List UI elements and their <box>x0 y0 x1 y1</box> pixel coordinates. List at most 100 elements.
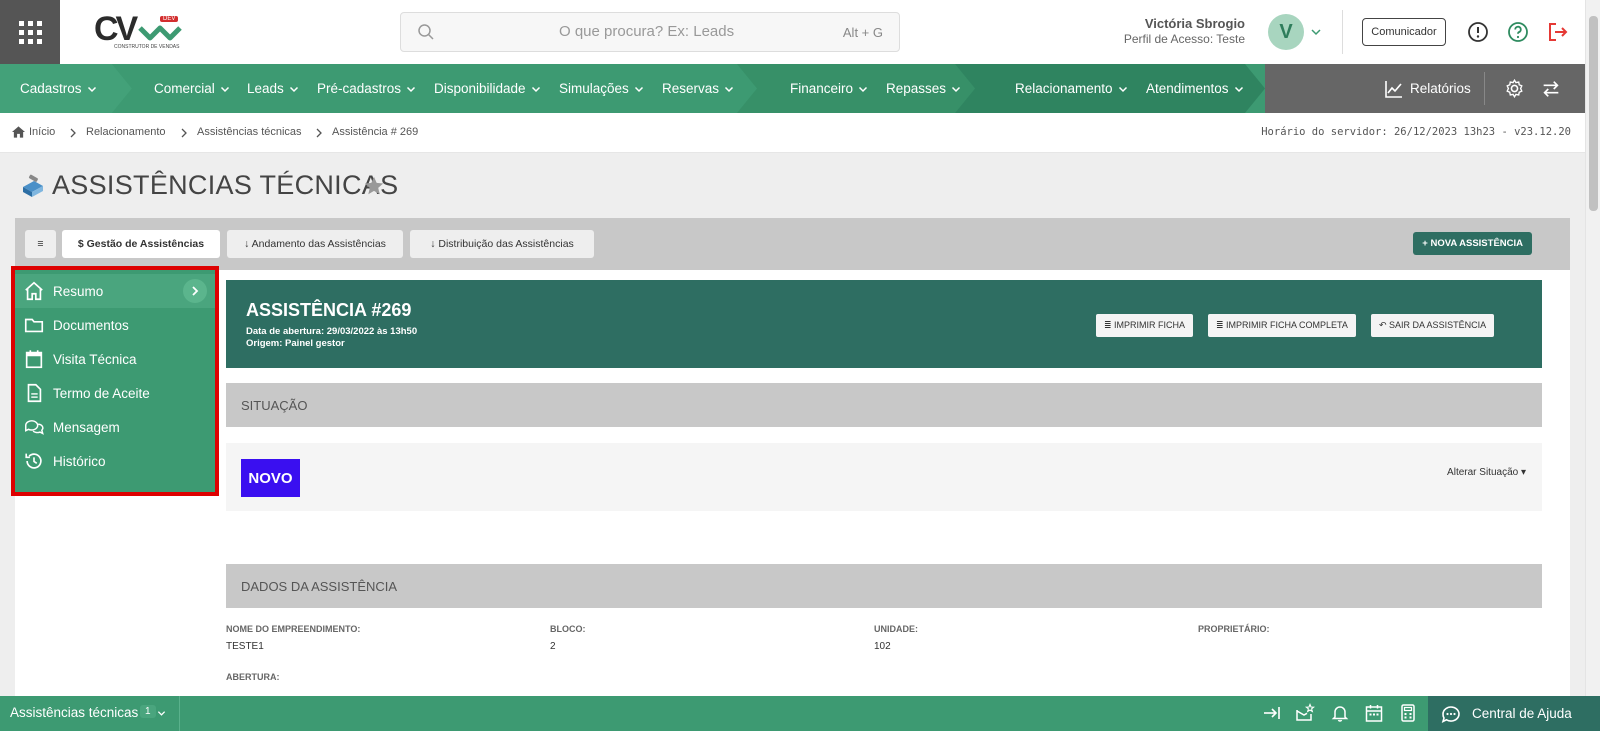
user-info[interactable]: Victória Sbrogio Perfil de Acesso: Teste <box>1124 16 1245 46</box>
exit-assistance-button[interactable]: ↶ SAIR DA ASSISTÊNCIA <box>1371 314 1495 337</box>
home-icon <box>12 126 25 138</box>
help-center-label: Central de Ajuda <box>1472 706 1572 721</box>
toolbox-icon <box>23 174 43 197</box>
chevron-down-icon <box>1118 86 1127 92</box>
chevron-down-icon <box>725 86 734 92</box>
logout-icon[interactable] <box>1546 20 1570 44</box>
assistance-side-menu: Resumo Documentos Visita Técnica Termo d… <box>11 266 219 496</box>
field-value: 2 <box>550 641 556 652</box>
divider <box>179 696 180 731</box>
tab-distribuicao-assistencias[interactable]: ↓ Distribuição das Assistências <box>410 230 594 258</box>
breadcrumb: Início Relacionamento Assistências técni… <box>0 113 1585 153</box>
nav-leads[interactable]: Leads <box>247 64 299 113</box>
nav-relacionamento[interactable]: Relacionamento <box>1015 64 1128 113</box>
nav-repasses[interactable]: Repasses <box>886 64 961 113</box>
side-item-label: Mensagem <box>53 419 120 435</box>
side-item-label: Termo de Aceite <box>53 385 150 401</box>
calendar-icon[interactable] <box>1364 703 1384 723</box>
nav-comercial[interactable]: Comercial <box>154 64 230 113</box>
chevron-down-icon <box>634 86 643 92</box>
side-item-termo-aceite[interactable]: Termo de Aceite <box>15 376 215 410</box>
assistance-opened-date: Data de abertura: 29/03/2022 às 13h50 <box>246 326 418 337</box>
details-header: DADOS DA ASSISTÊNCIA <box>226 564 1542 608</box>
situation-panel: NOVO Alterar Situação ▾ <box>226 443 1542 511</box>
field-label: BLOCO: <box>550 624 586 634</box>
mail-star-icon[interactable] <box>1295 703 1315 723</box>
main-nav: Cadastros Comercial Leads Pré-cadastros … <box>0 64 1585 113</box>
comunicador-button[interactable]: Comunicador <box>1362 18 1446 46</box>
breadcrumb-current: Assistência # 269 <box>332 126 419 138</box>
calculator-icon[interactable] <box>1398 703 1418 723</box>
user-profile: Perfil de Acesso: Teste <box>1123 32 1245 46</box>
open-window-count: 1 <box>140 705 156 718</box>
gear-icon[interactable] <box>1504 78 1525 99</box>
chevron-down-icon <box>220 86 229 92</box>
open-window-title[interactable]: Assistências técnicas <box>10 705 138 720</box>
tab-andamento-assistencias[interactable]: ↓ Andamento das Assistências <box>227 230 403 258</box>
chevron-down-icon <box>407 86 416 92</box>
collapse-right-icon[interactable] <box>1262 703 1282 723</box>
chevron-down-icon <box>859 86 868 92</box>
field-label: ABERTURA: <box>226 672 280 682</box>
side-item-label: Resumo <box>53 283 104 299</box>
avatar[interactable]: V <box>1268 14 1304 50</box>
chevron-down-icon <box>531 86 540 92</box>
assistance-title: ASSISTÊNCIA #269 <box>246 300 412 320</box>
tab-gestao-assistencias[interactable]: $ Gestão de Assistências <box>62 230 220 258</box>
side-item-mensagem[interactable]: Mensagem <box>15 410 215 444</box>
tab-strip: ≡ $ Gestão de Assistências ↓ Andamento d… <box>15 218 1570 270</box>
print-sheet-button[interactable]: ≣ IMPRIMIR FICHA <box>1096 314 1194 337</box>
print-full-sheet-button[interactable]: ≣ IMPRIMIR FICHA COMPLETA <box>1208 314 1356 337</box>
document-icon <box>27 383 42 403</box>
nav-reservas[interactable]: Reservas <box>662 64 734 113</box>
swap-icon[interactable] <box>1540 78 1562 100</box>
nav-cadastros[interactable]: Cadastros <box>20 64 97 113</box>
search-icon <box>418 24 434 40</box>
assistance-origin: Origem: Painel gestor <box>246 338 345 349</box>
nav-simulacoes[interactable]: Simulações <box>559 64 644 113</box>
star-icon[interactable] <box>363 175 385 197</box>
search-shortcut: Alt + G <box>842 25 883 40</box>
nav-disponibilidade[interactable]: Disponibilidade <box>434 64 541 113</box>
breadcrumb-assistencias[interactable]: Assistências técnicas <box>197 126 302 138</box>
breadcrumb-relacionamento[interactable]: Relacionamento <box>86 126 166 138</box>
calendar-icon <box>25 350 43 369</box>
side-item-resumo[interactable]: Resumo <box>15 274 215 308</box>
help-icon[interactable] <box>1506 20 1530 44</box>
field-label: UNIDADE: <box>874 624 918 634</box>
help-center-button[interactable]: Central de Ajuda <box>1428 696 1600 731</box>
side-item-label: Visita Técnica <box>53 351 137 367</box>
user-name: Victória Sbrogio <box>1144 16 1245 31</box>
field-label: NOME DO EMPREENDIMENTO: <box>226 624 361 634</box>
change-status-dropdown[interactable]: Alterar Situação ▾ <box>1447 467 1526 478</box>
nav-relatorios[interactable]: Relatórios <box>1384 64 1471 113</box>
nav-pre-cadastros[interactable]: Pré-cadastros <box>317 64 416 113</box>
field-value: 102 <box>874 641 891 652</box>
chevron-right-icon <box>316 128 322 138</box>
menu-toggle-button[interactable]: ≡ <box>25 230 56 258</box>
field-label: PROPRIETÁRIO: <box>1198 624 1270 634</box>
chevron-down-icon[interactable] <box>157 709 166 718</box>
page-scrollbar[interactable] <box>1585 0 1600 696</box>
divider <box>1342 10 1343 54</box>
nav-financeiro[interactable]: Financeiro <box>790 64 868 113</box>
side-item-historico[interactable]: Histórico <box>15 444 215 478</box>
new-assistance-button[interactable]: + NOVA ASSISTÊNCIA <box>1413 232 1532 255</box>
global-search[interactable]: O que procura? Ex: Leads Alt + G <box>400 12 900 52</box>
logo[interactable]: CV DEV CONSTRUTOR DE VENDAS <box>94 10 186 54</box>
status-badge: NOVO <box>241 459 300 497</box>
side-item-documentos[interactable]: Documentos <box>15 308 215 342</box>
info-icon[interactable] <box>1466 20 1490 44</box>
chevron-right-icon[interactable] <box>183 279 207 303</box>
assistance-header: ASSISTÊNCIA #269 Data de abertura: 29/03… <box>226 280 1542 368</box>
bell-icon[interactable] <box>1330 703 1350 723</box>
grid-icon <box>18 20 42 44</box>
nav-atendimentos[interactable]: Atendimentos <box>1146 64 1244 113</box>
scrollbar-thumb[interactable] <box>1589 16 1598 211</box>
chevron-down-icon[interactable] <box>1310 26 1322 38</box>
breadcrumb-home[interactable]: Início <box>29 126 55 138</box>
side-item-visita-tecnica[interactable]: Visita Técnica <box>15 342 215 376</box>
side-item-label: Documentos <box>53 317 129 333</box>
apps-menu-button[interactable] <box>0 0 60 64</box>
logo-wave-icon <box>138 25 182 41</box>
